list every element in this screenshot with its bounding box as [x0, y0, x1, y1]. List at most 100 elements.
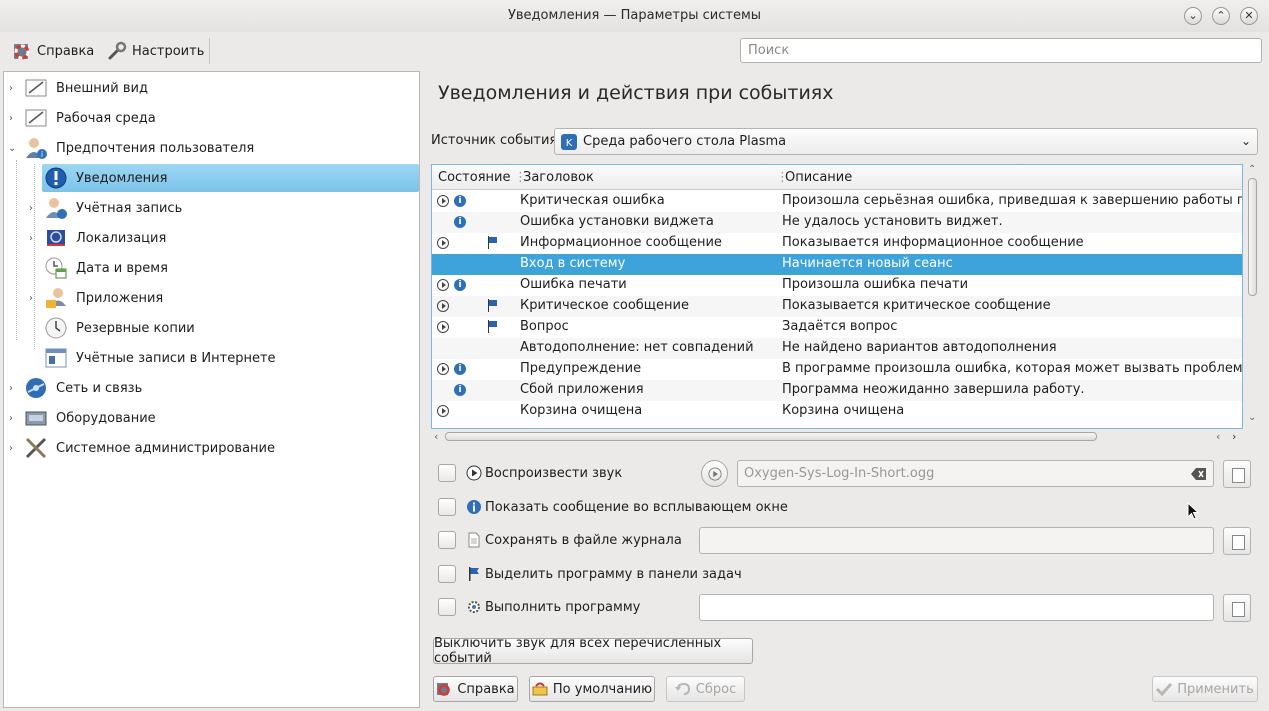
reset-button-label: Сброс [695, 681, 737, 697]
table-row[interactable]: i Предупреждение В программе произошла о… [432, 359, 1242, 380]
scroll-left-icon[interactable]: ‹ [434, 430, 438, 443]
table-row[interactable]: Корзина очищена Корзина очищена [432, 401, 1242, 422]
column-header-state[interactable]: Состояние [438, 170, 510, 185]
defaults-button[interactable]: По умолчанию [529, 676, 655, 702]
table-row[interactable]: Вопрос Задаётся вопрос [432, 317, 1242, 338]
defaults-button-label: По умолчанию [552, 681, 653, 697]
table-row[interactable]: i Ошибка установки виджета Не удалось ус… [432, 212, 1242, 233]
taskbar-checkbox[interactable] [438, 565, 456, 583]
page-title: Уведомления и действия при событиях [438, 82, 834, 104]
sidebar-item-workspace[interactable]: › Рабочая среда [4, 104, 419, 132]
log-file-checkbox[interactable] [438, 531, 456, 549]
scrollbar-thumb[interactable] [445, 432, 1097, 441]
chevron-right-icon[interactable]: › [29, 293, 39, 304]
sidebar-item-online-accounts[interactable]: Учётные записи в Интернете [4, 344, 419, 372]
row-title: Автодополнение: нет совпадений [520, 340, 754, 355]
maximize-icon[interactable]: ⌃ [1212, 7, 1230, 25]
configure-toolbar-button[interactable]: Настроить [107, 38, 204, 64]
row-description: Не найдено вариантов автодополнения [782, 340, 1057, 355]
sidebar-item-localization[interactable]: › Локализация [4, 224, 419, 252]
flag-globe-icon [44, 226, 68, 250]
sidebar-item-hardware[interactable]: › Оборудование [4, 404, 419, 432]
sidebar-item-account[interactable]: › Учётная запись [4, 194, 419, 222]
search-input[interactable]: Поиск [740, 38, 1262, 63]
sidebar-item-label: Уведомления [76, 170, 168, 186]
run-program-input[interactable] [699, 594, 1214, 621]
popup-checkbox[interactable] [438, 498, 456, 516]
scroll-right-icon[interactable]: › [1232, 430, 1236, 443]
play-sound-icon [437, 363, 449, 375]
chevron-right-icon[interactable]: › [9, 443, 19, 454]
horizontal-scrollbar[interactable]: ‹ ‹ › [431, 430, 1243, 444]
log-file-label: Сохранять в файле журнала [485, 532, 682, 548]
column-header-description[interactable]: Описание [785, 170, 852, 185]
column-header-title[interactable]: Заголовок [523, 170, 594, 185]
sound-file-input[interactable]: Oxygen-Sys-Log-In-Short.ogg [737, 460, 1214, 487]
play-sound-checkbox[interactable] [438, 464, 456, 482]
apply-button[interactable]: Применить [1152, 676, 1258, 702]
help-button-label: Справка [457, 681, 515, 697]
scroll-down-icon[interactable]: ⌄ [1248, 412, 1256, 423]
chevron-right-icon[interactable]: › [9, 113, 19, 124]
chevron-down-icon[interactable]: ⌄ [8, 143, 18, 154]
vertical-scrollbar[interactable]: ⌃ ⌄ [1245, 164, 1259, 429]
close-icon[interactable]: ✕ [1240, 7, 1258, 25]
row-title: Вопрос [520, 319, 569, 334]
user-info-icon: i [24, 136, 48, 160]
taskbar-flag-icon [488, 299, 498, 313]
run-program-checkbox[interactable] [438, 598, 456, 616]
row-description: Задаётся вопрос [782, 319, 898, 334]
tools-icon [24, 436, 48, 460]
help-toolbar-button[interactable]: Справка [12, 38, 94, 64]
chevron-right-icon[interactable]: › [9, 383, 19, 394]
minimize-icon[interactable]: ⌄ [1184, 7, 1202, 25]
play-icon [707, 466, 722, 481]
chevron-down-icon: ⌄ [1240, 134, 1251, 148]
clock-calendar-icon [44, 256, 68, 280]
info-icon: i [454, 216, 466, 228]
scroll-up-icon[interactable]: ⌃ [1248, 164, 1256, 175]
event-source-select[interactable]: K Среда рабочего стола Plasma ⌄ [554, 128, 1258, 155]
chevron-right-icon[interactable]: › [9, 83, 19, 94]
play-sound-icon [437, 279, 449, 291]
table-row[interactable]: i Ошибка печати Произошла ошибка печати [432, 275, 1242, 296]
scroll-left-icon[interactable]: ‹ [1216, 430, 1220, 443]
sidebar-item-system-admin[interactable]: › Системное администрирование [4, 434, 419, 462]
help-button[interactable]: Справка [433, 676, 518, 702]
row-description: Произошла серьёзная ошибка, приведшая к … [782, 193, 1242, 208]
table-row[interactable]: i Сбой приложения Программа неожиданно з… [432, 380, 1242, 401]
chevron-right-icon[interactable]: › [9, 413, 19, 424]
backup-clock-icon [44, 316, 68, 340]
sidebar-item-appearance[interactable]: › Внешний вид [4, 74, 419, 102]
wrench-icon [108, 41, 127, 60]
option-log-file: Сохранять в файле журнала [438, 527, 682, 553]
sidebar-item-label: Сеть и связь [56, 380, 143, 396]
table-row[interactable]: Информационное сообщение Показывается ин… [432, 233, 1242, 254]
scrollbar-thumb[interactable] [1248, 178, 1257, 296]
sidebar-item-network[interactable]: › Сеть и связь [4, 374, 419, 402]
reset-button[interactable]: Сброс [666, 676, 745, 702]
preview-sound-button[interactable] [701, 460, 728, 487]
sidebar-item-notifications[interactable]: Уведомления [42, 164, 419, 192]
row-description: Начинается новый сеанс [782, 256, 953, 271]
clear-input-icon[interactable] [1191, 467, 1207, 481]
popup-label: Показать сообщение во всплывающем окне [485, 499, 788, 515]
notification-icon [44, 166, 68, 190]
log-file-input[interactable] [699, 527, 1214, 554]
sidebar-item-user-preferences[interactable]: ⌄ i Предпочтения пользователя [4, 134, 419, 162]
table-row-selected[interactable]: Вход в систему Начинается новый сеанс [432, 254, 1242, 275]
browse-program-button[interactable] [1223, 594, 1251, 622]
run-program-label: Выполнить программу [485, 599, 641, 615]
mute-all-button[interactable]: Выключить звук для всех перечисленных со… [433, 636, 753, 666]
table-row[interactable]: Автодополнение: нет совпадений Не найден… [432, 338, 1242, 359]
event-source-label: Источник события: [431, 133, 562, 148]
table-row[interactable]: Критическое сообщение Показывается крити… [432, 296, 1242, 317]
sidebar-item-backups[interactable]: Резервные копии [4, 314, 419, 342]
browse-sound-button[interactable] [1223, 460, 1251, 488]
sidebar-item-applications[interactable]: › Приложения [4, 284, 419, 312]
table-row[interactable]: i Критическая ошибка Произошла серьёзная… [432, 191, 1242, 212]
sidebar-item-date-time[interactable]: Дата и время [4, 254, 419, 282]
browse-log-button[interactable] [1223, 527, 1251, 555]
chevron-right-icon[interactable]: › [29, 233, 39, 244]
chevron-right-icon[interactable]: › [29, 203, 39, 214]
